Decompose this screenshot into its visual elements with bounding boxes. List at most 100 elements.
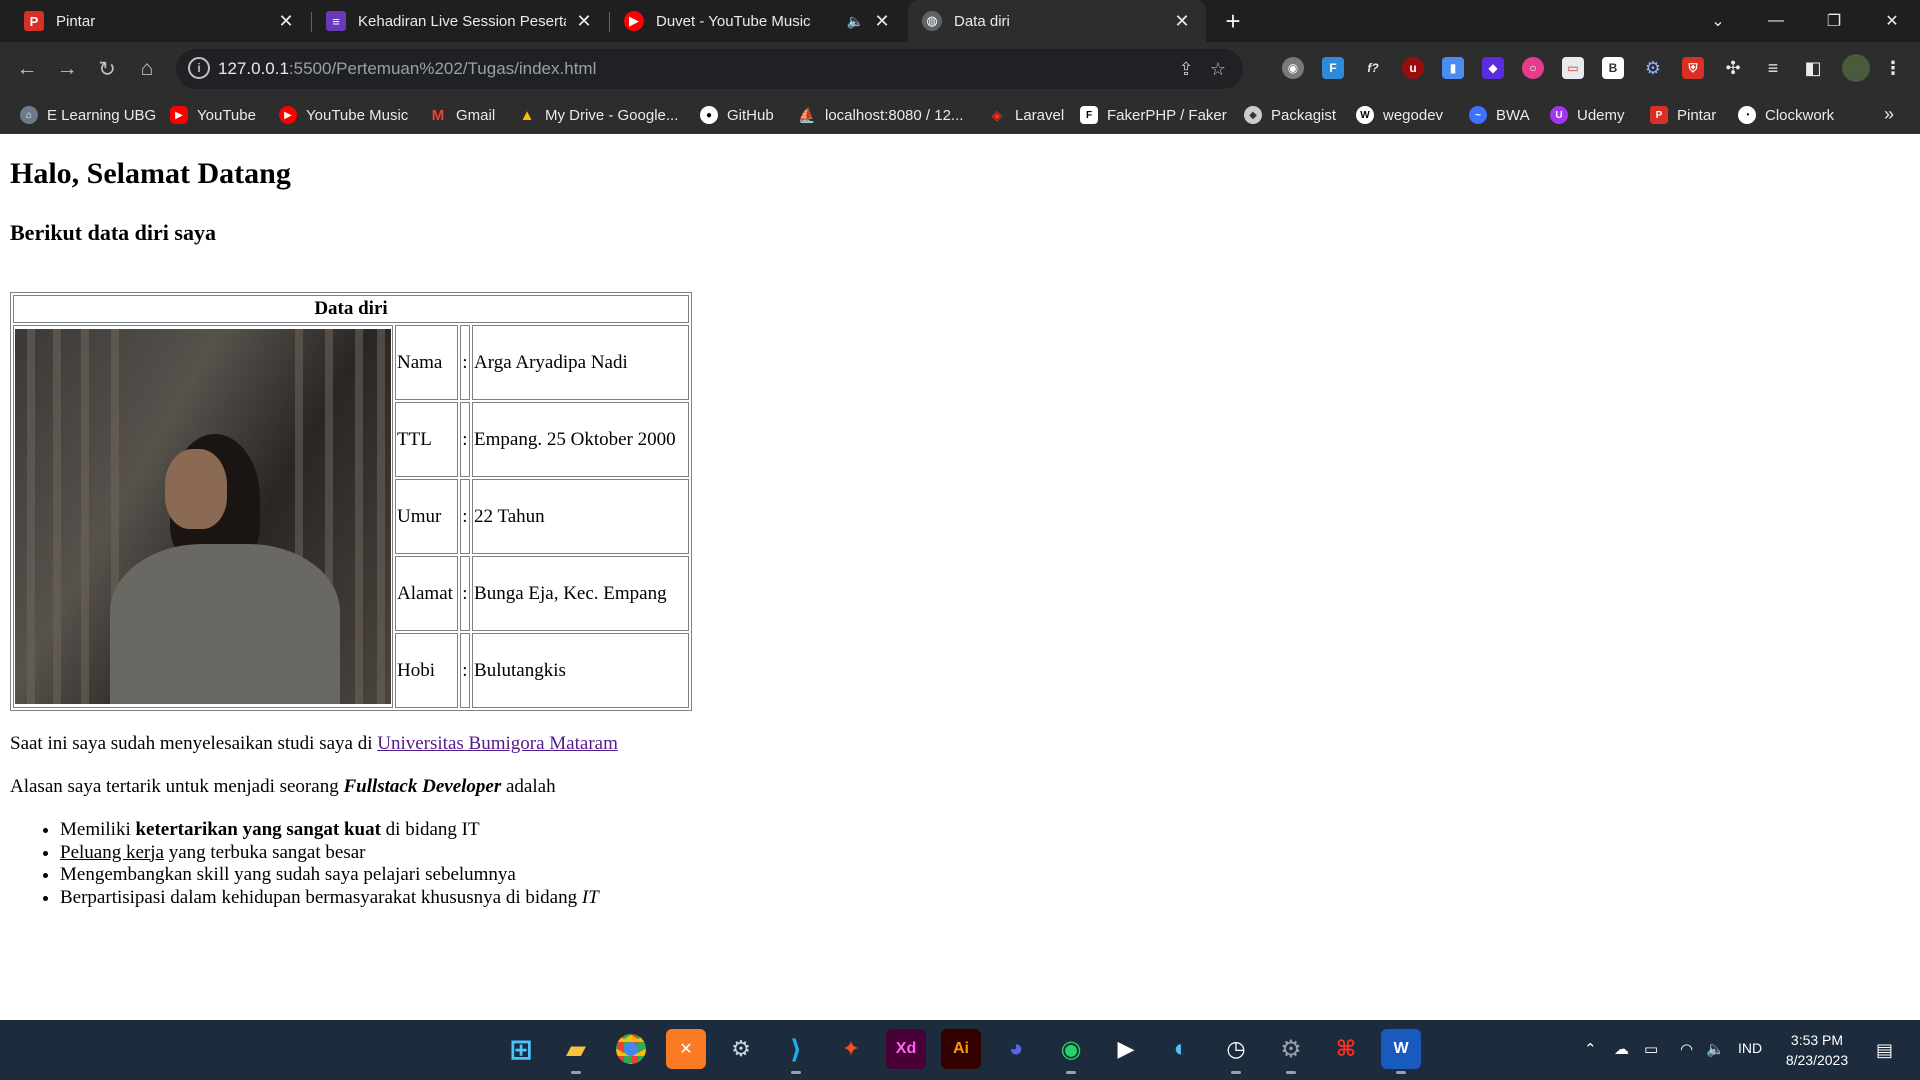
extension-b-icon[interactable]: B (1602, 57, 1624, 79)
bookmark-udemy[interactable]: U Udemy (1550, 104, 1625, 126)
extension-whatfont-icon[interactable]: f? (1362, 57, 1384, 79)
bookmark-pintar[interactable]: P Pintar (1650, 104, 1716, 126)
system-clock[interactable]: 3:53 PM 8/23/2023 (1772, 1030, 1862, 1070)
vscode-icon[interactable]: ⟩ (776, 1029, 816, 1074)
tab-search-icon[interactable]: ⌄ (1690, 0, 1746, 42)
tray-chevron-icon[interactable]: ⌃ (1584, 1040, 1597, 1058)
extension-docs-icon[interactable]: ▮ (1442, 57, 1464, 79)
window-close-icon[interactable]: ✕ (1864, 0, 1920, 42)
bookmark-gmail[interactable]: M Gmail (429, 104, 495, 126)
bookmark-label: BWA (1496, 106, 1530, 124)
close-icon[interactable]: ✕ (1172, 11, 1192, 31)
whatsapp-icon[interactable]: ◉ (1051, 1029, 1091, 1074)
bookmark-phpmyadmin[interactable]: ⛵ localhost:8080 / 12... (798, 104, 963, 126)
bookmark-github[interactable]: ● GitHub (700, 104, 774, 126)
media-queue-icon[interactable]: ≡ (1762, 57, 1784, 79)
close-icon[interactable]: ✕ (872, 11, 892, 31)
side-panel-icon[interactable]: ◧ (1802, 57, 1824, 79)
battery-icon[interactable]: ▭ (1644, 1040, 1658, 1058)
list-item: Mengembangkan skill yang sudah saya pela… (60, 864, 599, 887)
wifi-icon[interactable]: ◠ (1680, 1040, 1693, 1058)
reason-role: Fullstack Developer (343, 776, 502, 797)
adobe-xd-icon[interactable]: Xd (886, 1029, 926, 1069)
bookmark-elearning[interactable]: ⌂ E Learning UBG (20, 104, 156, 126)
tab-kehadiran[interactable]: ≡ Kehadiran Live Session Peserta D ✕ (312, 0, 608, 42)
extension-layers-icon[interactable]: ◆ (1482, 57, 1504, 79)
value-ttl: Empang. 25 Oktober 2000 (472, 402, 689, 477)
bookmark-bwa[interactable]: ~ BWA (1469, 104, 1530, 126)
media-player-icon[interactable]: ▶ (1106, 1029, 1146, 1069)
bookmark-star-icon[interactable]: ☆ (1206, 57, 1230, 81)
minimize-icon[interactable]: — (1748, 0, 1804, 42)
share-icon[interactable]: ⇪ (1174, 57, 1198, 81)
illustrator-icon[interactable]: Ai (941, 1029, 981, 1069)
bookmark-youtube[interactable]: ▶ YouTube (170, 104, 256, 126)
elearning-icon: ⌂ (20, 106, 38, 124)
youtube-music-favicon-icon: ▶ (624, 11, 644, 31)
reload-icon[interactable]: ↻ (92, 54, 122, 84)
extension-owl-icon[interactable]: ◉ (1282, 57, 1304, 79)
close-icon[interactable]: ✕ (276, 11, 296, 31)
tab-pintar[interactable]: P Pintar ✕ (10, 0, 310, 42)
speaker-icon[interactable]: 🔈 (847, 13, 864, 30)
bookmark-fakerphp[interactable]: F FakerPHP / Faker (1080, 104, 1227, 126)
bwa-icon: ~ (1469, 106, 1487, 124)
language-indicator[interactable]: IND (1738, 1040, 1762, 1056)
profile-avatar[interactable] (1842, 54, 1870, 82)
settings-gear-icon[interactable]: ⚙ (1271, 1029, 1311, 1074)
start-windows-icon[interactable]: ⊞ (501, 1029, 541, 1069)
extension-fontinfo-icon[interactable]: F (1322, 57, 1344, 79)
bookmark-packagist[interactable]: ◆ Packagist (1244, 104, 1336, 126)
clockwork-icon: ◔ (1738, 106, 1756, 124)
url-text[interactable]: 127.0.0.1:5500/Pertemuan%202/Tugas/index… (218, 59, 596, 79)
site-info-icon[interactable]: i (188, 57, 210, 79)
forward-icon[interactable]: → (52, 54, 82, 84)
bookmark-label: Pintar (1677, 106, 1717, 124)
bookmark-laravel[interactable]: ◈ Laravel (988, 104, 1065, 126)
acrobat-icon[interactable]: ⌘ (1326, 1029, 1366, 1069)
address-bar[interactable]: i 127.0.0.1:5500/Pertemuan%202/Tugas/ind… (176, 49, 1243, 89)
separator-colon: : (460, 402, 471, 477)
tab-data-diri[interactable]: ◍ Data diri ✕ (908, 0, 1206, 42)
reasons-list: Memiliki ketertarikan yang sangat kuat d… (10, 819, 599, 909)
discord-icon[interactable]: ◕ (996, 1029, 1036, 1069)
close-icon[interactable]: ✕ (574, 11, 594, 31)
home-icon[interactable]: ⌂ (132, 54, 162, 84)
file-explorer-icon[interactable]: ▰ (556, 1029, 596, 1074)
restore-icon[interactable]: ❐ (1806, 0, 1862, 42)
notification-icon[interactable]: ▤ (1876, 1040, 1893, 1061)
extensions-puzzle-icon[interactable]: ✣ (1722, 57, 1744, 79)
tab-youtube-music[interactable]: ▶ Duvet - YouTube Music 🔈 ✕ (610, 0, 906, 42)
extension-shield-icon[interactable]: ⛨ (1682, 57, 1704, 79)
photo-cell (13, 325, 393, 708)
app-blue-icon[interactable]: ◐ (1161, 1029, 1201, 1069)
bookmark-label: localhost:8080 / 12... (825, 106, 964, 124)
extension-window-icon[interactable]: ▭ (1562, 57, 1584, 79)
more-bookmarks-icon[interactable]: » (1884, 104, 1894, 125)
university-link[interactable]: Universitas Bumigora Mataram (377, 733, 618, 754)
clock-app-icon[interactable]: ◷ (1216, 1029, 1256, 1074)
figma-icon[interactable]: ✦ (831, 1029, 871, 1069)
bookmark-label: E Learning UBG (47, 106, 157, 124)
extension-colorpick-icon[interactable]: ○ (1522, 57, 1544, 79)
bookmark-clockwork[interactable]: ◔ Clockwork (1738, 104, 1834, 126)
clock-time: 3:53 PM (1790, 1032, 1844, 1048)
volume-icon[interactable]: 🔈 (1706, 1040, 1725, 1058)
word-icon[interactable]: W (1381, 1029, 1421, 1074)
label-ttl: TTL (395, 402, 459, 477)
steam-icon[interactable]: ⚙ (721, 1029, 761, 1069)
new-tab-button[interactable]: + (1218, 6, 1248, 36)
label-umur: Umur (395, 479, 459, 554)
bookmark-youtube-music[interactable]: ▶ YouTube Music (279, 104, 408, 126)
extension-ublock-icon[interactable]: u (1402, 57, 1424, 79)
back-icon[interactable]: ← (12, 54, 42, 84)
extension-gear-icon[interactable]: ⚙ (1642, 57, 1664, 79)
xampp-icon[interactable]: ✕ (666, 1029, 706, 1069)
onedrive-icon[interactable]: ☁ (1614, 1040, 1629, 1058)
bookmark-wegodev[interactable]: Wwegodev (1356, 104, 1443, 126)
separator-colon: : (460, 556, 471, 631)
bookmark-google-drive[interactable]: ▲ My Drive - Google... (518, 104, 679, 126)
chrome-icon[interactable] (611, 1029, 651, 1069)
bookmarks-bar: ⌂ E Learning UBG ▶ YouTube ▶ YouTube Music … (0, 96, 1920, 134)
menu-kebab-icon[interactable]: ⋮ (1882, 57, 1904, 79)
